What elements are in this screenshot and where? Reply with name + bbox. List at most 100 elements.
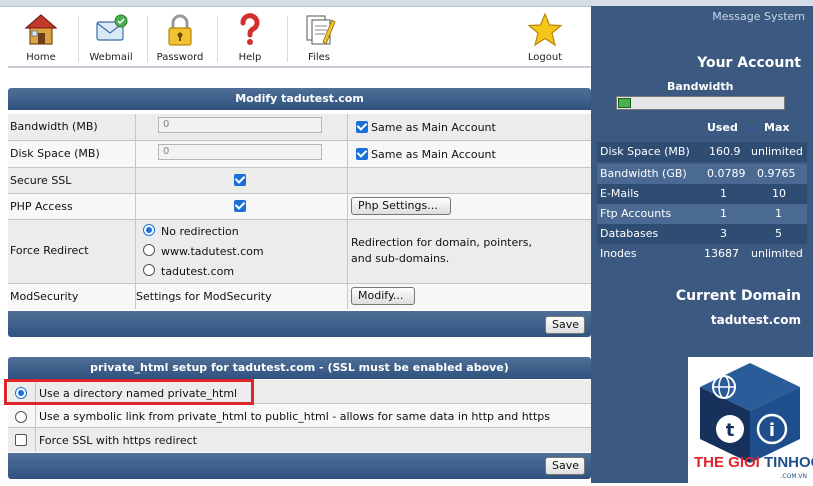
usage-used: 3 <box>720 227 727 240</box>
diskspace-same-checkbox[interactable] <box>356 148 368 160</box>
bandwidth-same-label: Same as Main Account <box>371 121 496 134</box>
bandwidth-usage-bar <box>616 96 785 110</box>
diskspace-input[interactable]: 0 <box>158 144 322 160</box>
toolbar: Home Webmail Password Help Files Logout <box>8 8 591 68</box>
usage-row-disk: Disk Space (MB) 160.9 unlimited <box>597 142 807 162</box>
svg-text:t: t <box>726 420 735 441</box>
usage-used: 1 <box>720 187 727 200</box>
usage-max: unlimited <box>751 145 803 158</box>
php-row: PHP Access Php Settings... <box>8 194 591 220</box>
diskspace-same-label: Same as Main Account <box>371 148 496 161</box>
modify-save-button[interactable]: Save <box>545 316 585 334</box>
current-domain-title: Current Domain <box>675 288 801 304</box>
diskspace-label: Disk Space (MB) <box>10 147 100 160</box>
help-button[interactable]: Help <box>220 8 280 66</box>
help-icon <box>240 13 260 45</box>
usage-label: Ftp Accounts <box>600 207 672 220</box>
thegioitinhoc-logo: t i THE GIOI TINHOC .COM.VN <box>688 357 813 483</box>
modify-panel-footer: Save <box>8 311 591 337</box>
webmail-label: Webmail <box>89 52 133 63</box>
usage-row-ftp: Ftp Accounts 1 1 <box>597 204 807 224</box>
usage-max: 0.9765 <box>757 167 796 180</box>
lock-icon <box>168 14 192 46</box>
usage-label: Databases <box>600 227 659 240</box>
usage-used: 13687 <box>704 247 739 260</box>
force-ssl-label: Force SSL with https redirect <box>39 434 197 447</box>
redirect-none-radio[interactable] <box>143 224 155 236</box>
redirect-bare-label: tadutest.com <box>161 265 235 278</box>
usage-label: Inodes <box>600 247 637 260</box>
usage-label: E-Mails <box>600 187 639 200</box>
password-button[interactable]: Password <box>150 8 210 66</box>
force-ssl-row: Force SSL with https redirect <box>8 428 591 452</box>
logout-button[interactable]: Logout <box>515 8 575 66</box>
modify-domain-panel: Modify tadutest.com Bandwidth (MB) 0 Sam… <box>8 88 591 337</box>
private-save-button[interactable]: Save <box>545 457 585 475</box>
bandwidth-same-checkbox[interactable] <box>356 121 368 133</box>
bandwidth-usage-fill <box>618 98 631 108</box>
usage-row-inodes: Inodes 13687 unlimited <box>597 244 807 264</box>
logo-text-the-gioi: THE GIOI <box>694 454 760 471</box>
private-symlink-label: Use a symbolic link from private_html to… <box>39 410 551 423</box>
star-icon <box>527 12 563 47</box>
modsec-text: Settings for ModSecurity <box>136 290 272 303</box>
redirect-help-line-2: and sub-domains. <box>351 252 450 265</box>
usage-max: unlimited <box>751 247 803 260</box>
redirect-help-line-1: Redirection for domain, pointers, <box>351 236 533 249</box>
usage-row-bandwidth: Bandwidth (GB) 0.0789 0.9765 <box>597 164 807 184</box>
toolbar-divider <box>147 16 148 62</box>
force-ssl-checkbox[interactable] <box>15 434 27 446</box>
main-content: Home Webmail Password Help Files Logout … <box>0 0 591 483</box>
files-label: Files <box>308 52 330 63</box>
usage-max: 5 <box>775 227 782 240</box>
private-symlink-radio[interactable] <box>15 411 27 423</box>
used-column-header: Used <box>707 121 738 134</box>
your-account-title: Your Account <box>697 55 801 71</box>
redirect-www-label: www.tadutest.com <box>161 245 264 258</box>
sidebar-top-strip <box>591 0 813 6</box>
webmail-button[interactable]: Webmail <box>81 8 141 66</box>
usage-row-databases: Databases 3 5 <box>597 224 807 244</box>
files-icon <box>306 15 336 45</box>
modsec-row: ModSecurity Settings for ModSecurity Mod… <box>8 284 591 309</box>
redirect-none-label: No redirection <box>161 225 239 238</box>
home-icon <box>24 14 58 45</box>
php-checkbox[interactable] <box>234 200 246 212</box>
usage-label: Bandwidth (GB) <box>600 167 687 180</box>
password-label: Password <box>156 52 204 63</box>
private-panel-title: private_html setup for tadutest.com - (S… <box>8 357 591 379</box>
private-symlink-row: Use a symbolic link from private_html to… <box>8 404 591 428</box>
diskspace-row: Disk Space (MB) 0 Same as Main Account <box>8 141 591 168</box>
home-label: Home <box>26 52 56 63</box>
toolbar-divider <box>217 16 218 62</box>
redirect-label: Force Redirect <box>10 244 89 257</box>
php-settings-button[interactable]: Php Settings... <box>351 197 451 215</box>
highlight-box <box>4 379 254 405</box>
logo-wordmark: THE GIOI TINHOC <box>694 454 813 471</box>
webmail-icon <box>96 14 128 41</box>
ssl-label: Secure SSL <box>10 174 72 187</box>
svg-text:i: i <box>769 420 775 441</box>
usage-max: 1 <box>775 207 782 220</box>
logout-label: Logout <box>527 52 563 63</box>
logo-text-tinhoc: TINHOC <box>764 454 813 471</box>
bandwidth-row: Bandwidth (MB) 0 Same as Main Account <box>8 114 591 141</box>
usage-used: 160.9 <box>709 145 741 158</box>
redirect-www-radio[interactable] <box>143 244 155 256</box>
usage-used: 1 <box>720 207 727 220</box>
files-button[interactable]: Files <box>289 8 349 66</box>
modsec-modify-button[interactable]: Modify... <box>351 287 415 305</box>
modsec-label: ModSecurity <box>10 290 79 303</box>
php-label: PHP Access <box>10 200 73 213</box>
home-button[interactable]: Home <box>11 8 71 66</box>
usage-label: Disk Space (MB) <box>600 145 690 158</box>
current-domain-value: tadutest.com <box>710 313 801 327</box>
help-label: Help <box>238 52 262 63</box>
message-system-link[interactable]: Message System <box>712 10 805 23</box>
ssl-checkbox[interactable] <box>234 174 246 186</box>
top-strip <box>0 0 591 7</box>
bandwidth-input[interactable]: 0 <box>158 117 322 133</box>
toolbar-divider <box>287 16 288 62</box>
redirect-bare-radio[interactable] <box>143 264 155 276</box>
toolbar-divider <box>78 16 79 62</box>
